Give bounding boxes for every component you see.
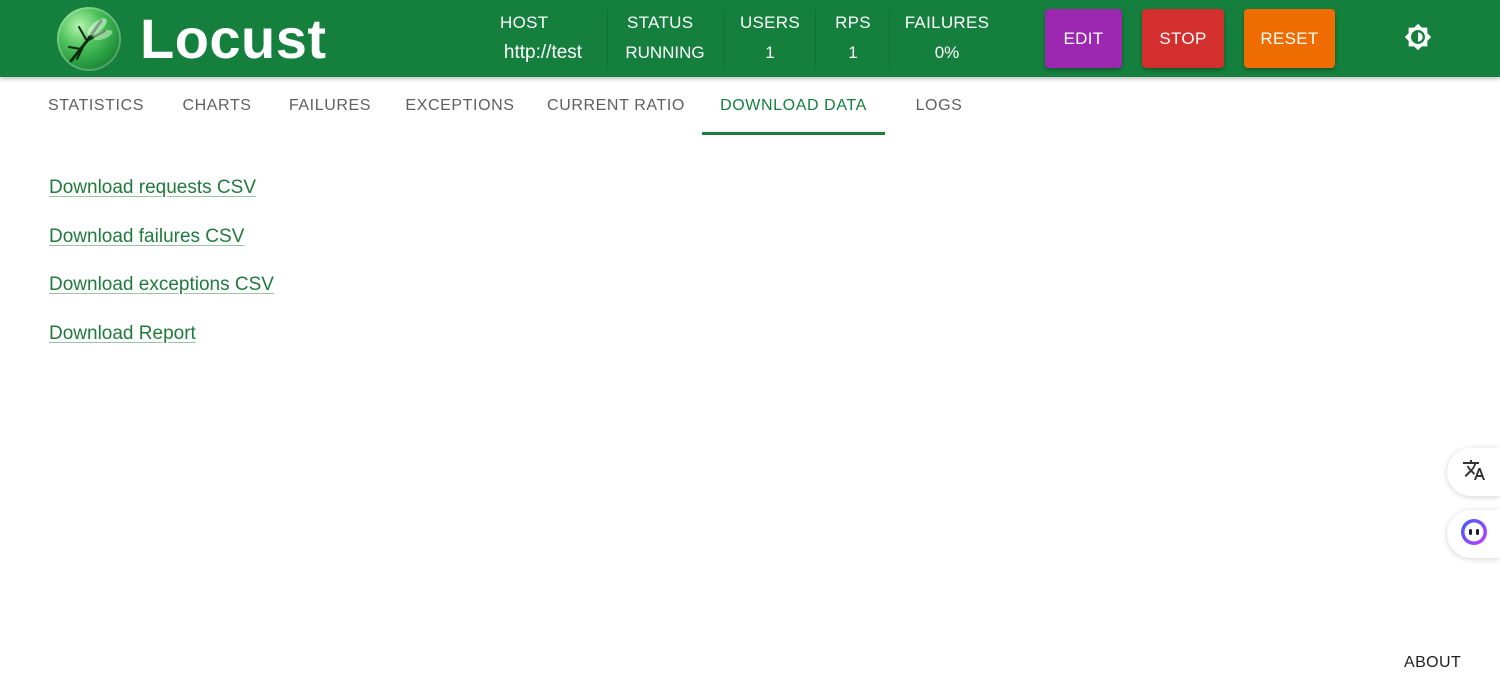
stat-divider — [723, 10, 724, 68]
tab-exceptions[interactable]: EXCEPTIONS — [394, 77, 526, 135]
stat-failures-value: 0% — [934, 43, 960, 62]
tab-download-data[interactable]: DOWNLOAD DATA — [702, 77, 885, 135]
stat-divider — [607, 10, 608, 68]
stat-divider — [889, 10, 890, 68]
stat-rps-value: 1 — [848, 43, 858, 62]
download-links-list: Download requests CSV Download failures … — [49, 172, 274, 366]
stat-users: USERS 1 — [731, 0, 809, 77]
stat-host: HOST http://test — [487, 0, 599, 77]
about-link[interactable]: ABOUT — [1404, 654, 1461, 672]
top-app-bar: Locust HOST http://test STATUS RUNNING U… — [0, 0, 1500, 77]
assistant-button[interactable] — [1447, 510, 1500, 558]
brightness-icon — [1404, 23, 1432, 56]
stop-button[interactable]: STOP — [1142, 9, 1224, 68]
translate-icon — [1462, 458, 1486, 487]
theme-toggle-button[interactable] — [1401, 22, 1435, 56]
reset-button[interactable]: RESET — [1244, 9, 1335, 68]
app-brand-title: Locust — [140, 7, 327, 70]
download-report-link[interactable]: Download Report — [49, 318, 274, 367]
stat-failures: FAILURES 0% — [897, 0, 997, 77]
stat-divider — [815, 10, 816, 68]
assistant-icon — [1459, 517, 1489, 552]
download-failures-csv-link[interactable]: Download failures CSV — [49, 221, 274, 270]
tab-logs[interactable]: LOGS — [893, 77, 985, 135]
download-requests-csv-link[interactable]: Download requests CSV — [49, 172, 274, 221]
stat-status: STATUS RUNNING — [615, 0, 715, 77]
stat-status-label: STATUS — [627, 13, 694, 32]
download-exceptions-csv-link[interactable]: Download exceptions CSV — [49, 269, 274, 318]
stat-host-label: HOST — [500, 13, 549, 32]
stat-status-value: RUNNING — [625, 43, 705, 62]
tab-charts[interactable]: CHARTS — [168, 77, 266, 135]
translate-button[interactable] — [1447, 448, 1500, 496]
tab-failures[interactable]: FAILURES — [274, 77, 386, 135]
stat-users-value: 1 — [765, 43, 775, 62]
tab-bar: STATISTICS CHARTS FAILURES EXCEPTIONS CU… — [0, 77, 1500, 135]
stat-host-value: http://test — [503, 42, 583, 63]
edit-button[interactable]: EDIT — [1045, 9, 1122, 68]
tab-statistics[interactable]: STATISTICS — [32, 77, 160, 135]
stat-rps: RPS 1 — [823, 0, 883, 77]
tab-current-ratio[interactable]: CURRENT RATIO — [534, 77, 698, 135]
stat-rps-label: RPS — [835, 13, 871, 32]
stat-failures-label: FAILURES — [904, 13, 990, 32]
stat-users-label: USERS — [739, 13, 801, 32]
active-tab-indicator — [702, 132, 885, 135]
locust-logo-icon — [57, 7, 121, 71]
